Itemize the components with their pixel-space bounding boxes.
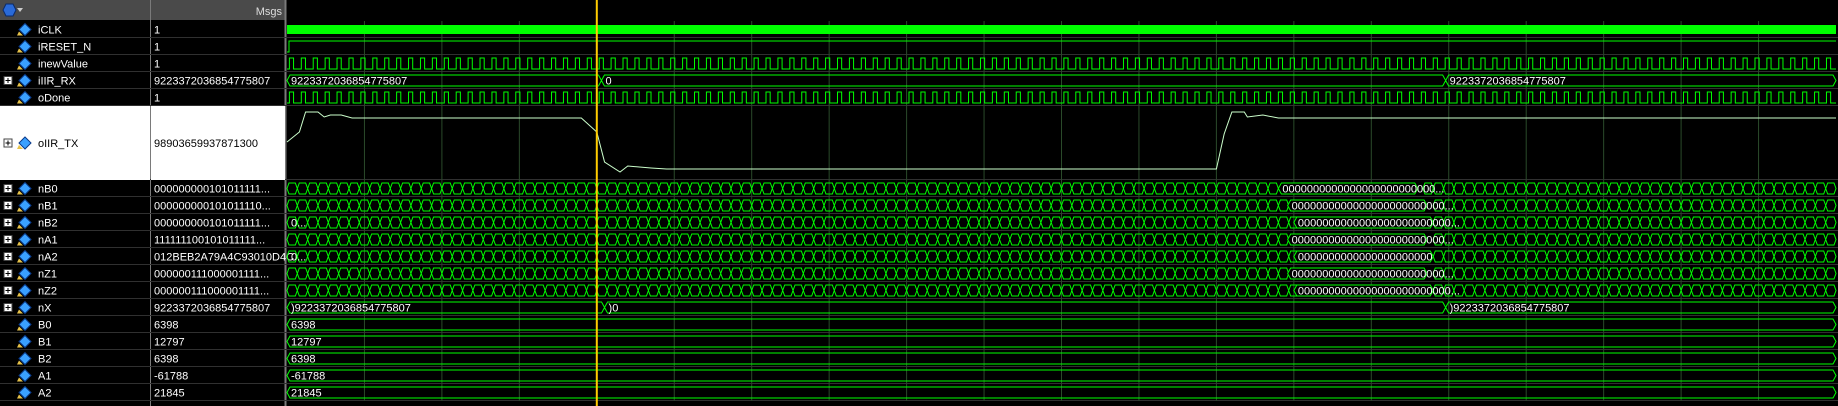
signal-value: 9223372036854775807: [154, 303, 270, 315]
signal-value: 000000000101011111...: [154, 218, 270, 230]
signal-name: B0: [38, 320, 51, 332]
signal-name: inewValue: [38, 59, 88, 71]
bus-value-label: 0000000000000000000000000...: [1292, 269, 1454, 281]
expand-icon[interactable]: [3, 252, 13, 261]
signal-value: 1: [154, 93, 160, 105]
expand-icon[interactable]: [3, 303, 13, 312]
signal-name: iIIR_RX: [38, 76, 77, 88]
signal-value: 98903659937871300: [154, 138, 258, 150]
signal-value: 6398: [154, 320, 178, 332]
signal-name: iRESET_N: [38, 42, 91, 54]
bus-value-label: 0000000000000000000000000...: [1298, 218, 1460, 230]
expand-icon[interactable]: [3, 235, 13, 244]
bus-value-label: )9223372036854775807: [1450, 303, 1570, 315]
signal-name: oDone: [38, 93, 70, 105]
signal-name: nB0: [38, 184, 58, 196]
signal-value: 6398: [154, 354, 178, 366]
clock-wave: [287, 25, 1836, 34]
bus-value-label: 6398: [291, 354, 315, 366]
expand-icon[interactable]: [3, 218, 13, 227]
bus-value-label: 6398: [291, 320, 315, 332]
msgs-label: Msgs: [256, 6, 283, 18]
bus-value-label: 9223372036854775807: [291, 76, 407, 88]
signal-name: iCLK: [38, 25, 63, 37]
signal-name: A1: [38, 371, 51, 383]
signal-value: 111111100101011111...: [154, 235, 265, 247]
bus-value-label: )9223372036854775807: [291, 303, 411, 315]
signal-value: 1: [154, 59, 160, 71]
signal-name: nB1: [38, 201, 58, 213]
bus-value-label: 0000000000000000000000000...: [1292, 235, 1454, 247]
expand-icon[interactable]: [3, 269, 13, 278]
signal-name: nX: [38, 303, 52, 315]
waveform-viewer[interactable]: Msgs iCLK 1 iRESET_N 1 inewValue 1 iIIR_RX 9223…: [0, 0, 1838, 406]
bus-value-label: 0: [605, 76, 611, 88]
signal-value: 1: [154, 25, 160, 37]
bus-value-label: )0: [609, 303, 619, 315]
expand-icon[interactable]: [3, 138, 13, 148]
bus-value-label: 0000000000000000000000000...: [1298, 286, 1460, 298]
bus-value-label: 9223372036854775807: [1450, 76, 1566, 88]
signal-value: 21845: [154, 388, 185, 400]
signal-name: nB2: [38, 218, 58, 230]
signal-value: 000000111000001111...: [154, 286, 269, 298]
signal-value: 000000111000001111...: [154, 269, 269, 281]
bus-value-label: 0...: [291, 218, 306, 230]
signal-name: oIIR_TX: [38, 138, 79, 150]
bus-value-label: 21845: [291, 388, 322, 400]
signal-value: 12797: [154, 337, 185, 349]
bus-value-label: -61788: [291, 371, 325, 383]
expand-icon[interactable]: [3, 286, 13, 295]
expand-icon[interactable]: [3, 201, 13, 210]
expand-icon[interactable]: [3, 76, 13, 85]
signal-name: nZ2: [38, 286, 57, 298]
signal-value: -61788: [154, 371, 188, 383]
signal-name: nA1: [38, 235, 58, 247]
signal-name: nA2: [38, 252, 58, 264]
bus-value-label: 0000000000000000000000000...: [1282, 184, 1444, 196]
signal-value: 000000000101011110...: [154, 201, 271, 213]
signal-name: B1: [38, 337, 51, 349]
signal-value: 012BEB2A79A4C93010D4C: [154, 252, 294, 264]
signal-name: nZ1: [38, 269, 57, 281]
bus-value-label: 0000000000000000000000000...: [1292, 201, 1454, 213]
viewer-background: [0, 0, 1838, 406]
signal-value: 9223372036854775807: [154, 76, 270, 88]
names-header: [0, 0, 150, 20]
signal-name: A2: [38, 388, 51, 400]
signal-value: 000000000101011111...: [154, 184, 270, 196]
header-row: Msgs: [0, 0, 285, 20]
bus-value-label: 0000000000000000000000: [1298, 252, 1433, 264]
bus-value-label: 12797: [291, 337, 322, 349]
signal-name: B2: [38, 354, 51, 366]
signal-value: 1: [154, 42, 160, 54]
bus-value-label: 0...: [291, 252, 306, 264]
expand-icon[interactable]: [3, 184, 13, 193]
